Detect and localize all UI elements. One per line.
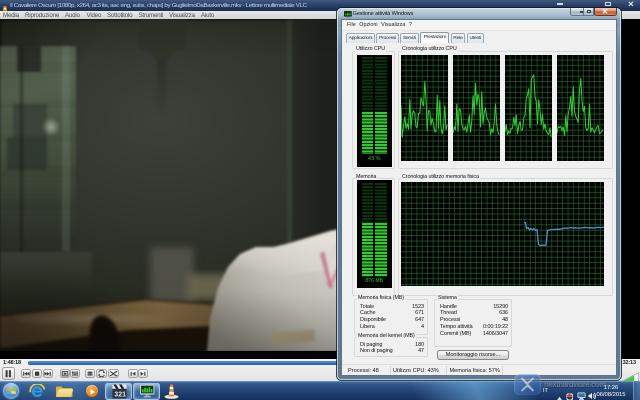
svg-text:321: 321 — [114, 392, 126, 399]
